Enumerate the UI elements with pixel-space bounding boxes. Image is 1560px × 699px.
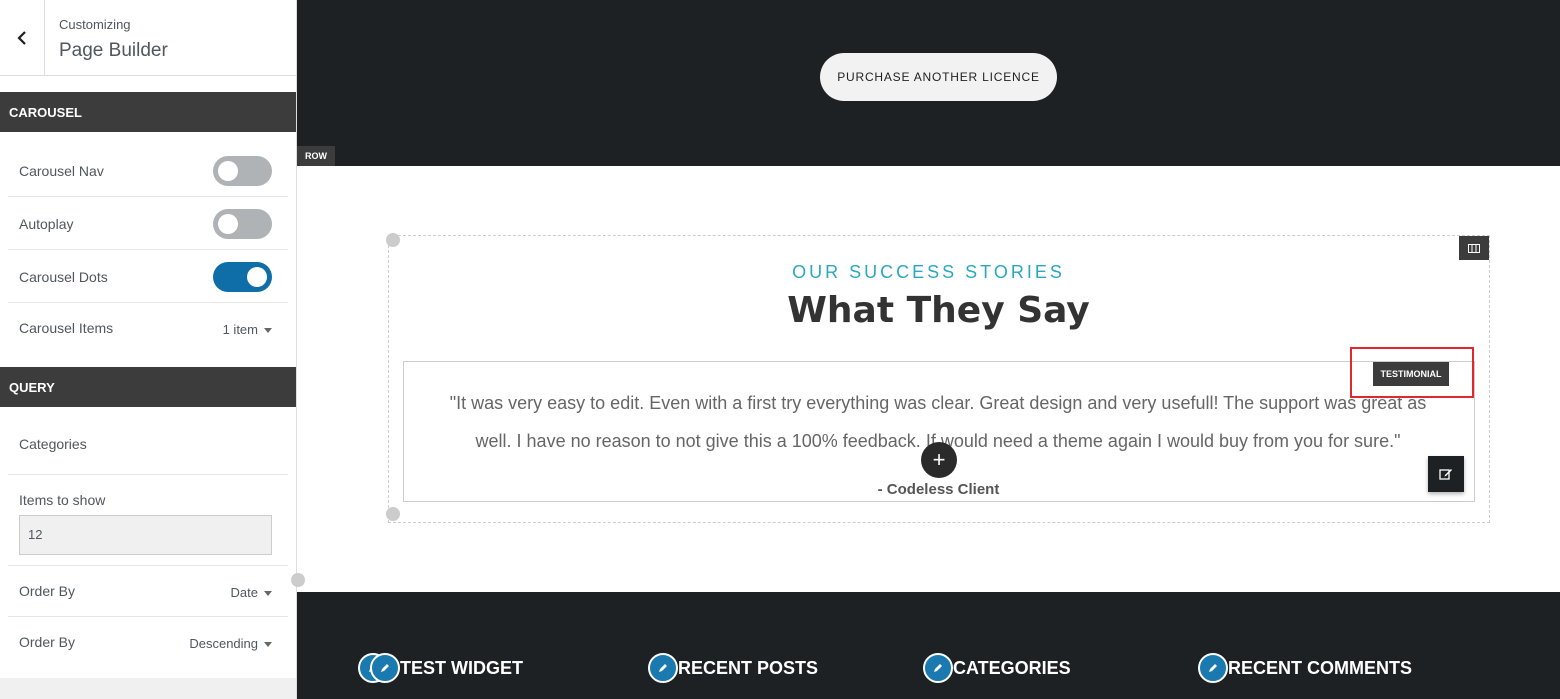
site-preview: PURCHASE ANOTHER LICENCE ROW OUR SUCCESS…	[291, 0, 1560, 699]
order-by-select[interactable]: Date	[231, 585, 272, 600]
toggle-knob	[218, 214, 238, 234]
carousel-dots-row: Carousel Dots	[8, 250, 288, 303]
purchase-licence-button[interactable]: PURCHASE ANOTHER LICENCE	[820, 53, 1057, 101]
resize-handle[interactable]	[386, 507, 400, 521]
chevron-left-icon	[17, 31, 26, 45]
categories-label[interactable]: Categories	[19, 436, 87, 452]
pencil-icon[interactable]	[370, 653, 400, 683]
carousel-section-header: CAROUSEL	[0, 92, 296, 132]
panel-title: Page Builder	[59, 40, 168, 61]
customizer-header: Customizing Page Builder	[0, 0, 296, 76]
toggle-knob	[247, 267, 267, 287]
autoplay-row: Autoplay	[8, 197, 288, 250]
footer-widget-recent-comments: RECENT COMMENTS	[1198, 653, 1412, 683]
query-section-header: QUERY	[0, 367, 296, 407]
back-button[interactable]	[0, 0, 45, 76]
pencil-icon[interactable]	[923, 653, 953, 683]
section-heading: What They Say	[787, 290, 1090, 331]
carousel-nav-label: Carousel Nav	[19, 163, 104, 179]
footer-widget-recent-posts: RECENT POSTS	[648, 653, 818, 683]
testimonial-author: - Codeless Client	[877, 481, 1000, 498]
categories-row: Categories	[8, 408, 288, 475]
order-by-row: Order By Date	[8, 566, 288, 617]
widget-title: TEST WIDGET	[400, 657, 523, 678]
carousel-items-row: Carousel Items 1 item	[8, 303, 288, 353]
resize-handle[interactable]	[386, 233, 400, 247]
resize-handle[interactable]	[291, 573, 305, 587]
autoplay-label: Autoplay	[19, 216, 74, 232]
widget-title: RECENT COMMENTS	[1228, 657, 1412, 678]
toggle-knob	[218, 161, 238, 181]
order-select[interactable]: Descending	[189, 636, 272, 651]
pencil-icon[interactable]	[1198, 653, 1228, 683]
section-subtitle: OUR SUCCESS STORIES	[792, 262, 1065, 282]
customizer-sidebar: Customizing Page Builder CAROUSEL Carous…	[0, 0, 297, 699]
top-dark-section: PURCHASE ANOTHER LICENCE	[297, 0, 1560, 166]
carousel-dots-label: Carousel Dots	[19, 269, 108, 285]
carousel-items-label: Carousel Items	[19, 320, 114, 336]
widget-title: CATEGORIES	[953, 657, 1071, 678]
pencil-icon[interactable]	[648, 653, 678, 683]
carousel-nav-toggle[interactable]	[213, 156, 272, 186]
footer-widget-test: TEST WIDGET	[358, 653, 523, 683]
highlight-box	[1350, 347, 1474, 398]
order-by-label: Order By	[19, 583, 76, 599]
edit-icon[interactable]	[1428, 456, 1464, 492]
sidebar-footer	[0, 678, 296, 699]
customizer-breadcrumb: Customizing	[59, 17, 131, 32]
carousel-dots-toggle[interactable]	[213, 262, 272, 292]
footer-widget-categories: CATEGORIES	[923, 653, 1071, 683]
carousel-items-select[interactable]: 1 item	[223, 322, 272, 337]
columns-icon[interactable]	[1459, 236, 1489, 260]
items-to-show-input[interactable]: 12	[19, 515, 272, 555]
autoplay-toggle[interactable]	[213, 209, 272, 239]
items-to-show-row: Items to show 12	[8, 475, 288, 566]
carousel-nav-row: Carousel Nav	[8, 145, 288, 197]
order-row: Order By Descending	[8, 617, 288, 669]
add-element-button[interactable]: +	[921, 442, 957, 478]
order-label: Order By	[19, 634, 76, 650]
items-to-show-label: Items to show	[19, 492, 106, 508]
widget-title: RECENT POSTS	[678, 657, 819, 678]
row-tag[interactable]: ROW	[297, 146, 335, 166]
